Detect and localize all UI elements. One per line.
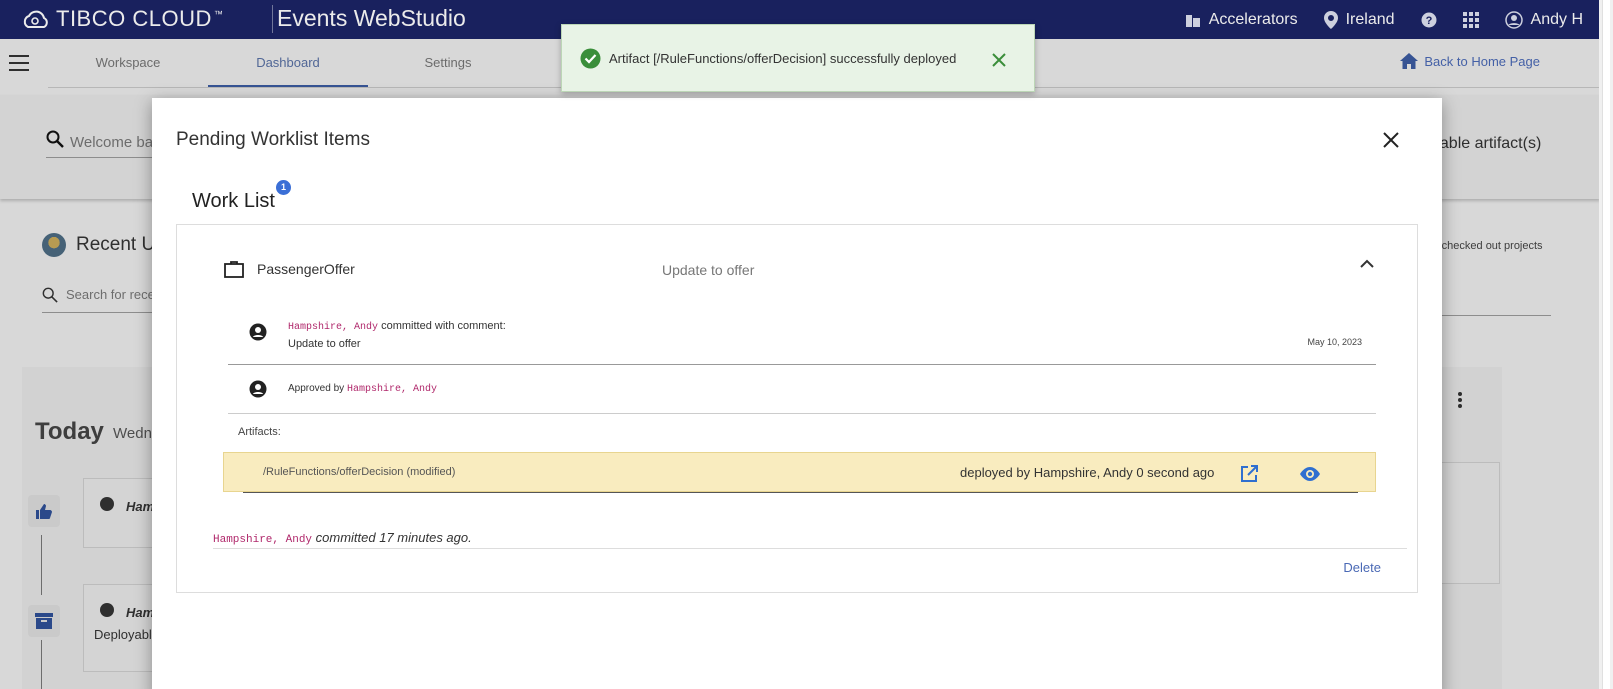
project-header[interactable]: PassengerOffer Update to offer	[177, 225, 1417, 297]
project-name: PassengerOffer	[257, 261, 355, 277]
artifacts-label: Artifacts:	[238, 426, 281, 438]
worklist-count-badge: 1	[276, 180, 291, 195]
check-circle-icon	[580, 48, 601, 69]
commit-header: Hampshire, Andy committed with comment:	[288, 320, 506, 333]
committed-user: Hampshire, Andy	[213, 534, 313, 546]
close-icon[interactable]	[1382, 131, 1400, 149]
approval-user: Hampshire, Andy	[346, 384, 437, 395]
briefcase-icon	[224, 261, 244, 278]
committed-time: committed 17 minutes ago.	[315, 530, 472, 545]
commit-entry: Hampshire, Andy committed with comment: …	[228, 305, 1376, 365]
artifact-path: /RuleFunctions/offerDecision (modified)	[263, 466, 456, 478]
approval-prefix: Approved by	[288, 383, 345, 394]
close-icon[interactable]	[992, 53, 1006, 67]
toast-message: Artifact [/RuleFunctions/offerDecision] …	[609, 51, 957, 66]
project-description: Update to offer	[662, 262, 755, 278]
eye-icon[interactable]	[1298, 466, 1322, 482]
chevron-up-icon[interactable]	[1360, 259, 1374, 269]
scrollbar[interactable]	[1599, 0, 1613, 689]
commit-date: May 10, 2023	[1307, 337, 1362, 347]
worklist-heading: Work List	[192, 190, 275, 212]
divider	[213, 548, 1407, 549]
commit-user: Hampshire, Andy	[288, 322, 379, 333]
artifact-deploy-status: deployed by Hampshire, Andy 0 second ago	[960, 465, 1215, 480]
artifact-row[interactable]: /RuleFunctions/offerDecision (modified) …	[223, 452, 1376, 492]
artifact-divider	[243, 492, 1358, 493]
scrollbar-thumb[interactable]	[1602, 0, 1610, 689]
committed-summary: Hampshire, Andy committed 17 minutes ago…	[213, 530, 472, 546]
approval-text: Approved by Hampshire, Andy	[288, 383, 437, 395]
user-circle-icon	[249, 323, 267, 341]
approval-entry: Approved by Hampshire, Andy	[228, 365, 1376, 414]
commit-action: committed with comment:	[381, 320, 506, 332]
worklist-item: PassengerOffer Update to offer Hampshire…	[176, 224, 1418, 593]
dialog-title: Pending Worklist Items	[176, 129, 370, 150]
success-toast: Artifact [/RuleFunctions/offerDecision] …	[561, 24, 1035, 92]
commit-comment: Update to offer	[288, 338, 361, 350]
pending-worklist-dialog: Pending Worklist Items Work List 1 Passe…	[152, 98, 1442, 689]
user-circle-icon	[249, 380, 267, 398]
open-in-new-icon[interactable]	[1239, 464, 1259, 484]
delete-button[interactable]: Delete	[1343, 560, 1381, 575]
